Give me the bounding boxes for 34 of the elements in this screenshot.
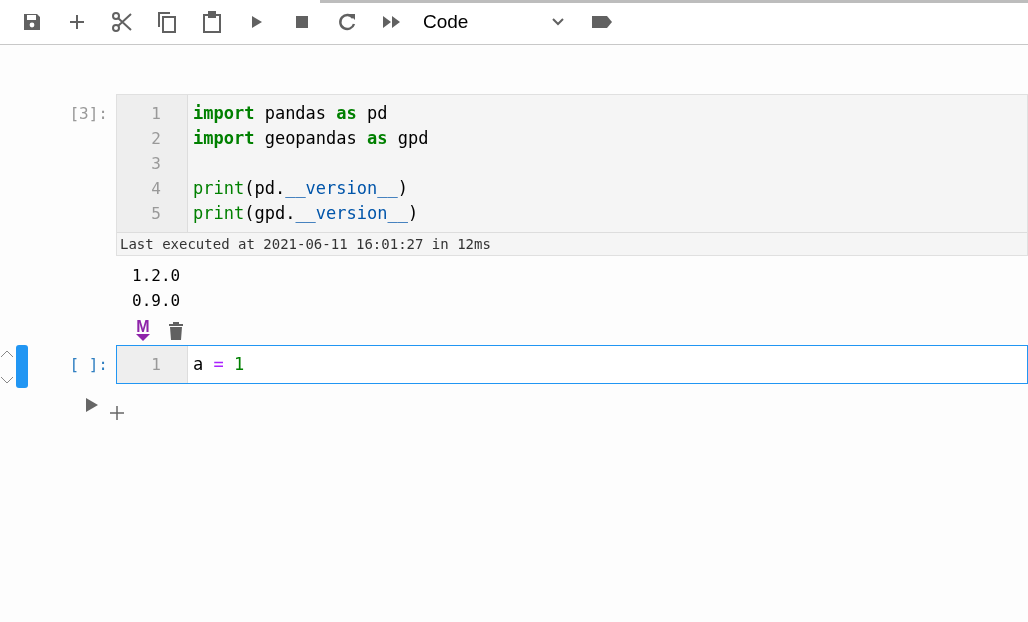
play-icon[interactable] — [249, 14, 264, 30]
copy-icon[interactable] — [156, 11, 177, 33]
line-number: 1 — [150, 103, 162, 125]
code-line: print(gpd.__version__) — [193, 202, 420, 225]
line-number: 5 — [150, 203, 162, 225]
code-cell-input[interactable]: 1 2 3 4 5 import pandas as pd import geopandas as gpd print(pd.__version__) print(gpd.__version__) Last executed at 2021-06-11 16:01:27 in 12ms — [116, 94, 1028, 256]
line-number: 4 — [150, 178, 162, 200]
plus-icon[interactable] — [68, 14, 85, 30]
tag-icon[interactable] — [590, 15, 613, 29]
execution-count: [3]: — [68, 103, 109, 125]
markdown-button[interactable]: M — [136, 319, 150, 334]
trash-icon[interactable] — [168, 320, 184, 340]
clipboard-icon[interactable] — [201, 11, 222, 33]
code-line: import geopandas as gpd — [193, 127, 429, 150]
restart-icon[interactable] — [336, 12, 357, 32]
stop-icon[interactable] — [294, 15, 309, 29]
play-icon[interactable] — [86, 398, 98, 412]
code-line: print(pd.__version__) — [193, 177, 409, 200]
line-number: 1 — [150, 354, 162, 376]
code-line: a = 1 — [193, 353, 245, 376]
output-text: 0.9.0 — [131, 290, 182, 312]
line-number: 2 — [150, 128, 162, 150]
cell-type-dropdown[interactable]: Code — [414, 11, 579, 33]
code-cell-input[interactable]: 1 a = 1 — [116, 345, 1028, 384]
output-text: 1.2.0 — [131, 265, 182, 287]
caret-down-icon[interactable] — [136, 333, 150, 341]
line-number: 3 — [150, 153, 162, 175]
execution-count: [ ]: — [68, 354, 109, 376]
plus-icon[interactable] — [110, 406, 124, 420]
code-line: import pandas as pd — [193, 102, 389, 125]
scissors-icon[interactable] — [110, 11, 133, 33]
fast-forward-icon[interactable] — [381, 15, 402, 29]
chevron-down-icon[interactable] — [551, 17, 565, 27]
save-icon[interactable] — [21, 12, 42, 32]
